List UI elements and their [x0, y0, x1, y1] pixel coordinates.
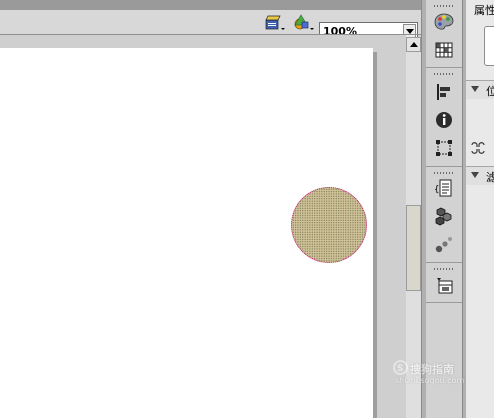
edit-scene-icon[interactable]	[265, 14, 287, 32]
filters-section-header[interactable]: 滤	[466, 166, 494, 185]
panel-grip[interactable]	[434, 172, 454, 174]
selected-circle-shape[interactable]	[291, 187, 367, 263]
disclosure-triangle-icon[interactable]	[471, 86, 479, 92]
actions-code-icon[interactable]: {	[434, 178, 454, 198]
watermark-text: 搜狗指南	[410, 363, 454, 376]
info-icon[interactable]	[434, 110, 454, 130]
library-icon[interactable]	[434, 276, 454, 296]
sogou-logo-icon: S	[393, 360, 408, 375]
section-label: 位	[486, 83, 494, 99]
disclosure-triangle-icon[interactable]	[471, 172, 479, 178]
stage-shadow	[373, 52, 377, 418]
panel-grip[interactable]	[434, 73, 454, 75]
scroll-up-button[interactable]	[406, 37, 421, 52]
panel-grip[interactable]	[434, 5, 454, 7]
group-separator	[426, 67, 462, 68]
edit-symbol-icon[interactable]	[292, 13, 316, 32]
svg-text:{: {	[434, 185, 439, 195]
section-label: 滤	[486, 169, 494, 185]
color-palette-icon[interactable]	[434, 12, 454, 32]
panel-grip[interactable]	[434, 268, 454, 270]
symbol-preview-box	[484, 26, 494, 66]
watermark-url: shizhi.sogou.com	[395, 376, 465, 385]
group-separator	[426, 166, 462, 167]
lock-proportions-icon[interactable]	[470, 140, 486, 156]
position-size-section-header[interactable]: 位	[466, 80, 494, 99]
properties-panel-header[interactable]: 属性	[466, 0, 494, 18]
components-icon[interactable]	[434, 206, 454, 226]
properties-panel: 属性 位 滤	[466, 0, 494, 418]
swatches-grid-icon[interactable]	[434, 40, 454, 60]
behaviors-icon[interactable]	[434, 234, 454, 254]
group-separator	[426, 262, 462, 263]
transform-icon[interactable]	[434, 138, 454, 158]
properties-panel-title: 属性	[474, 4, 494, 17]
group-separator	[426, 302, 462, 303]
svg-text:S: S	[397, 364, 403, 374]
stage-toolbar: 100%	[0, 10, 424, 40]
scrollbar-thumb[interactable]	[406, 205, 421, 291]
panel-icon-column: {	[426, 0, 462, 418]
window-top-strip	[0, 0, 424, 10]
align-icon[interactable]	[434, 82, 454, 102]
watermark: S 搜狗指南 shizhi.sogou.com	[392, 360, 472, 388]
